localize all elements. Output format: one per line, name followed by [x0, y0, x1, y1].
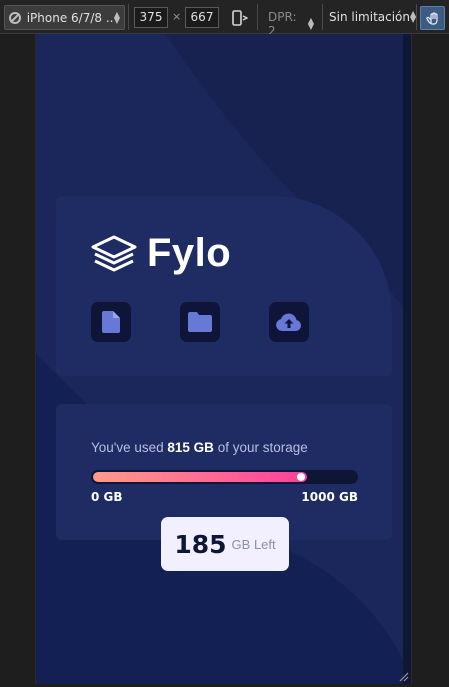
viewport-scrollbar[interactable]	[403, 34, 411, 684]
separator	[322, 4, 323, 30]
devtools-toolbar: iPhone 6/7/8 ... ▲ ▼ 375 × 667 DPR: 2 ▲ ▼ …	[0, 0, 449, 38]
storage-min-label: 0 GB	[91, 490, 123, 504]
device-viewport: Fylo You've used 815 GB of your storage	[35, 34, 412, 684]
usage-amount: 815 GB	[167, 440, 214, 455]
resize-handle-icon[interactable]	[397, 670, 409, 682]
upload-icon	[276, 313, 302, 331]
throttle-label: Sin limitación	[329, 10, 410, 24]
storage-left-value: 185	[174, 529, 227, 559]
device-select-label: iPhone 6/7/8 ...	[26, 10, 114, 25]
fylo-layers-icon	[91, 235, 137, 271]
throttle-select[interactable]: Sin limitación ▲ ▼	[329, 10, 416, 25]
touch-toggle-button[interactable]	[420, 6, 445, 30]
separator	[257, 4, 258, 30]
logo-card: Fylo	[56, 196, 392, 376]
usage-suffix: of your storage	[213, 440, 308, 455]
folder-button[interactable]	[180, 302, 220, 342]
separator	[416, 4, 417, 30]
storage-left-unit: GB Left	[231, 536, 276, 552]
usage-text: You've used 815 GB of your storage	[91, 440, 308, 455]
usage-prefix: You've used	[91, 440, 168, 455]
brand-name: Fylo	[147, 231, 232, 275]
storage-left-badge: 185 GB Left	[161, 517, 289, 571]
document-button[interactable]	[91, 302, 131, 342]
select-arrows-icon: ▲ ▼	[113, 9, 120, 25]
device-mode-icon	[9, 11, 21, 24]
rotate-icon[interactable]	[230, 9, 248, 27]
select-arrows-icon: ▲ ▼	[307, 16, 314, 31]
device-select[interactable]: iPhone 6/7/8 ... ▲ ▼	[4, 5, 125, 30]
storage-progress-bar	[91, 470, 358, 484]
dimension-separator: ×	[172, 10, 182, 23]
separator	[128, 4, 129, 30]
fylo-logo: Fylo	[91, 231, 231, 276]
viewport-height-input[interactable]: 667	[185, 7, 219, 28]
storage-progress-knob	[297, 473, 305, 481]
storage-progress-fill	[93, 472, 307, 482]
touch-hand-icon	[425, 12, 438, 25]
folder-icon	[188, 312, 212, 332]
storage-max-label: 1000 GB	[301, 490, 358, 504]
upload-button[interactable]	[269, 302, 309, 342]
viewport-width-input[interactable]: 375	[134, 7, 168, 28]
document-icon	[102, 311, 120, 333]
